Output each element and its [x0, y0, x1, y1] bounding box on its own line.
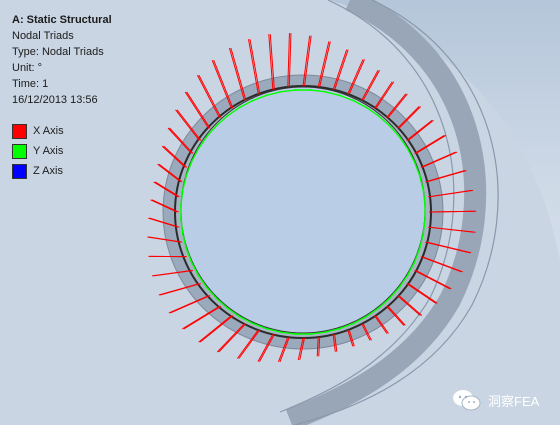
legend-label: Y Axis: [33, 145, 64, 157]
graphics-viewport[interactable]: A: Static Structural Nodal Triads Type: …: [0, 0, 560, 425]
result-unit: Unit: °: [12, 62, 43, 74]
legend-label: X Axis: [33, 125, 64, 137]
result-type: Type: Nodal Triads: [12, 46, 104, 58]
legend-item-z-axis: Z Axis: [12, 163, 64, 179]
watermark-text: 洞察FEA: [488, 393, 540, 409]
triad-legend: X Axis Y Axis Z Axis: [12, 123, 64, 183]
wechat-icon: [453, 390, 481, 411]
legend-item-y-axis: Y Axis: [12, 143, 64, 159]
watermark: 洞察FEA: [452, 389, 539, 411]
z-axis-swatch: [12, 163, 27, 179]
legend-item-x-axis: X Axis: [12, 123, 64, 139]
x-axis-swatch: [12, 123, 27, 139]
result-time: Time: 1: [12, 78, 49, 90]
legend-label: Z Axis: [33, 165, 63, 177]
info-panel: A: Static Structural Nodal Triads Type: …: [12, 12, 112, 108]
y-axis-swatch: [12, 143, 27, 159]
analysis-title: A: Static Structural: [12, 14, 112, 26]
result-date: 16/12/2013 13:56: [12, 94, 98, 106]
result-name: Nodal Triads: [12, 30, 74, 42]
